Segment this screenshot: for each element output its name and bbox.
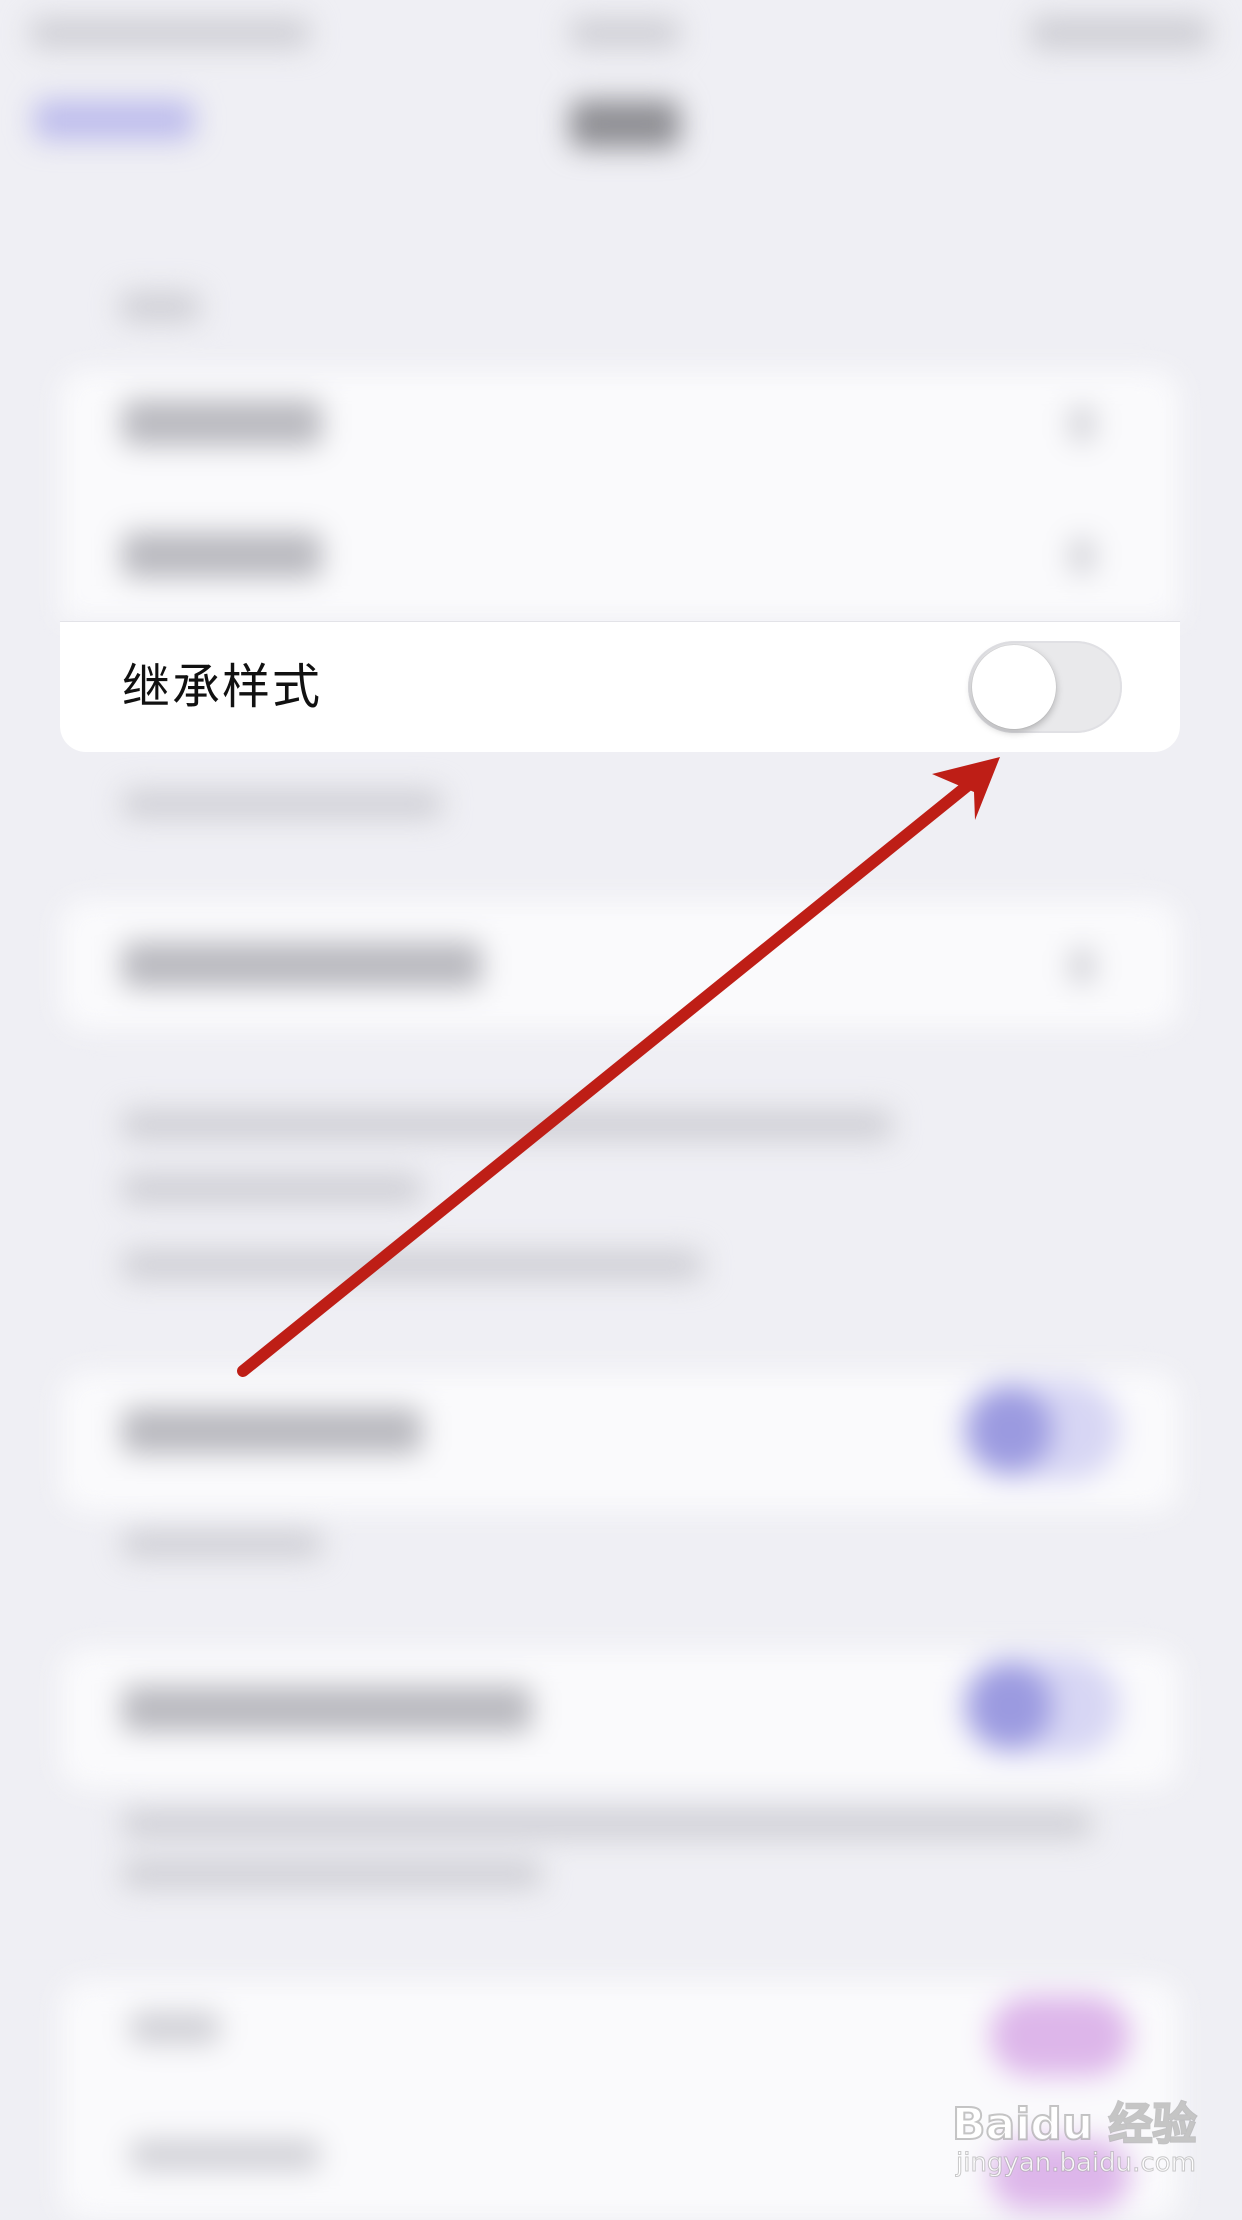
arrow-shaft [237,776,978,1377]
baidu-watermark-url: jingyan.baidu.com [956,2148,1197,2179]
annotation-arrow [237,757,1000,1377]
baidu-watermark-logo: Baidu 经验 [951,2098,1197,2151]
